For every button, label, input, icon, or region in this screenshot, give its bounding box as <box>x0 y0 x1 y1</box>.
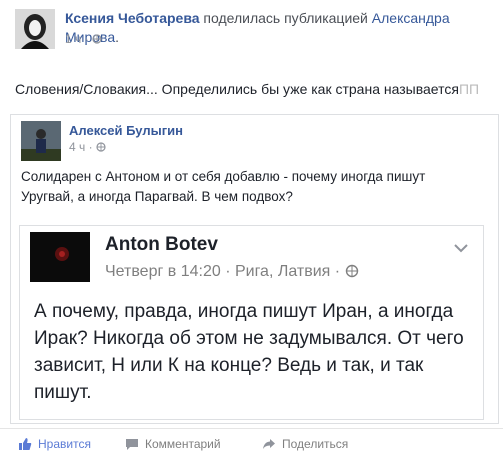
shared-text: Солидарен с Антоном и от себя добавлю - … <box>21 167 491 207</box>
comment-icon <box>126 439 138 450</box>
shared-post-card[interactable]: Алексей Булыгин 4 ч · Солидарен с Антоно… <box>10 114 499 424</box>
embedded-meta-text: Четверг в 14:20 · Рига, Латвия · <box>105 263 341 280</box>
globe-icon: · <box>89 140 106 154</box>
post-header-text: Ксения Чеботарева поделилась публикацией… <box>65 9 485 47</box>
dark-portrait-icon <box>30 232 90 282</box>
globe-icon <box>345 264 358 278</box>
comment-button[interactable]: Комментарий <box>125 437 221 451</box>
embedded-meta: Четверг в 14:20 · Рига, Латвия · <box>105 263 359 281</box>
post-time[interactable]: 1 ч <box>65 32 81 46</box>
post-text-tail: ПП <box>458 81 480 97</box>
embedded-author-name: Anton Botev <box>105 234 218 255</box>
shared-author-name[interactable]: Алексей Булыгин <box>69 123 183 138</box>
shared-text-line2: Уругвай, а иногда Парагвай. В чем подвох… <box>21 189 293 204</box>
shared-time[interactable]: 4 ч <box>69 140 85 154</box>
author-name-link[interactable]: Ксения Чеботарева <box>65 10 200 26</box>
like-button[interactable]: Нравится <box>18 437 91 451</box>
shared-meta: 4 ч · <box>69 140 106 154</box>
shared-author-avatar[interactable] <box>21 121 61 161</box>
thumbs-up-icon <box>19 438 32 450</box>
person-outdoor-icon <box>21 121 61 161</box>
share-button[interactable]: Поделиться <box>262 437 348 451</box>
embedded-post-image: Anton Botev Четверг в 14:20 · Рига, Латв… <box>19 225 484 420</box>
original-author-link[interactable]: Александра <box>372 10 450 26</box>
like-label: Нравится <box>38 437 91 451</box>
shared-action-text: поделилась публикацией <box>203 10 368 26</box>
shared-text-line1: Солидарен с Антоном и от себя добавлю - … <box>21 169 426 184</box>
embedded-author-avatar <box>30 232 90 282</box>
chevron-down-icon <box>451 238 471 258</box>
header-period: . <box>115 29 120 45</box>
comment-label: Комментарий <box>145 437 221 451</box>
share-arrow-icon <box>263 439 275 449</box>
author-avatar[interactable] <box>15 9 55 49</box>
post-body: Словения/Словакия... Определились бы уже… <box>15 81 459 97</box>
share-label: Поделиться <box>282 437 349 451</box>
action-bar: Нравится Комментарий Поделиться <box>0 428 503 463</box>
portrait-icon <box>15 9 55 49</box>
post-meta: 1 ч · <box>65 32 102 46</box>
post-text: Словения/Словакия... Определились бы уже… <box>15 81 479 97</box>
audience-icon: · <box>85 32 102 46</box>
embedded-text: А почему, правда, иногда пишут Иран, а и… <box>34 301 464 403</box>
